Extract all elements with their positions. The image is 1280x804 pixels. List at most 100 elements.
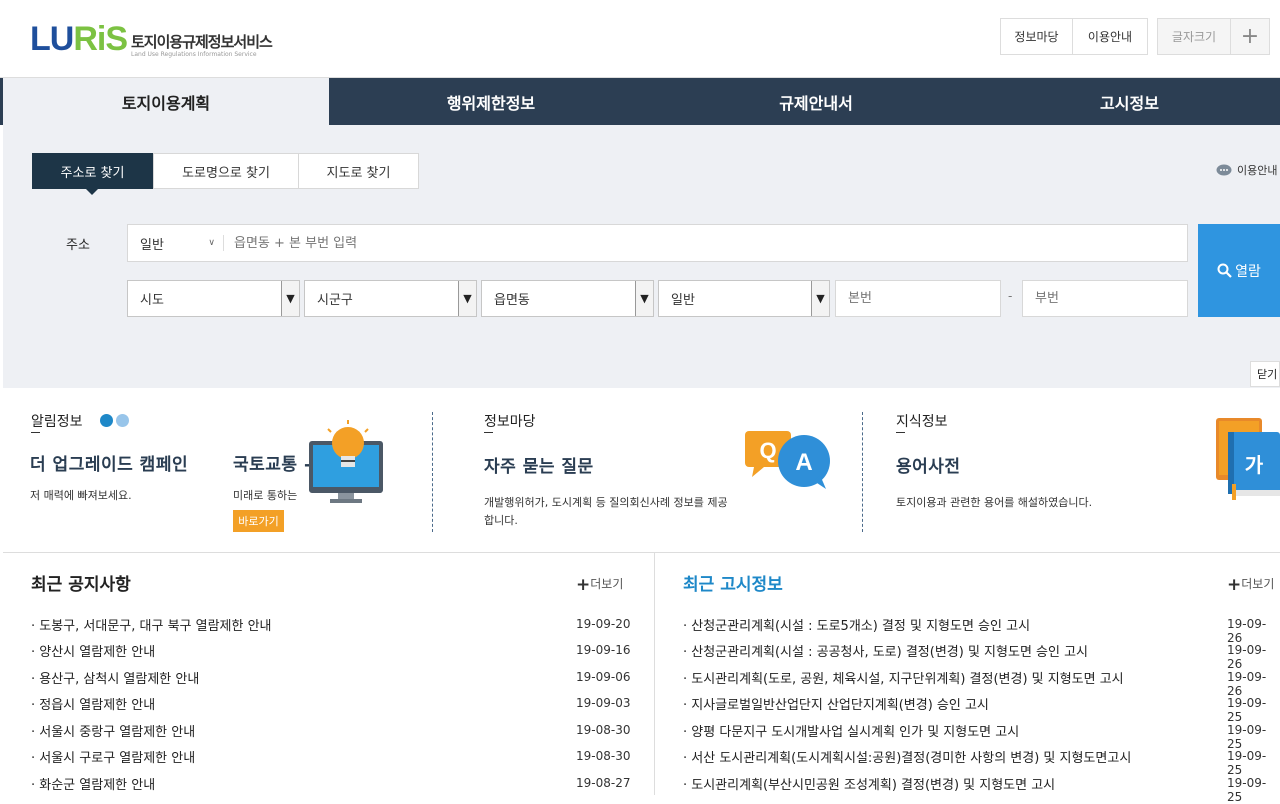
- list-item[interactable]: · 용산구, 삼척시 열람제한 안내: [31, 668, 199, 687]
- list-item[interactable]: · 서울시 중랑구 열람제한 안내: [31, 721, 195, 740]
- guide-button[interactable]: 이용안내: [1072, 18, 1148, 55]
- list-item[interactable]: · 도봉구, 서대문구, 대구 북구 열람제한 안내: [31, 615, 272, 634]
- section-divider: [432, 412, 433, 532]
- list-item-date: 19-09-26: [1227, 617, 1267, 645]
- knowledge-label: 지식정보: [896, 414, 948, 430]
- list-item[interactable]: · 정읍시 열람제한 안내: [31, 694, 155, 713]
- font-size-plus-button[interactable]: +: [1230, 18, 1270, 55]
- eupmyeondong-select-value: 읍면동: [494, 293, 530, 308]
- info-madang-button[interactable]: 정보마당: [1000, 18, 1073, 55]
- search-icon: [1217, 263, 1232, 278]
- speech-bubble-icon: [1216, 164, 1232, 175]
- land-type-select-value: 일반: [671, 293, 695, 308]
- list-item[interactable]: · 산청군관리계획(시설 : 도로5개소) 결정 및 지형도면 승인 고시: [683, 615, 1030, 634]
- qa-icon-a: A: [795, 449, 812, 476]
- subtab-map[interactable]: 지도로 찾기: [298, 153, 419, 189]
- list-item[interactable]: · 서울시 구로구 열람제한 안내: [31, 747, 195, 766]
- subtab-address[interactable]: 주소로 찾기: [32, 153, 153, 195]
- announcements-more-link[interactable]: +더보기: [1227, 575, 1274, 595]
- glossary-desc: 토지이용과 관련한 용어를 해설하였습니다.: [896, 496, 1093, 509]
- bonbun-input[interactable]: [835, 280, 1001, 317]
- notices-more-link[interactable]: +더보기: [576, 575, 623, 595]
- label-underline: [484, 432, 493, 433]
- list-item-text: 서울시 중랑구 열람제한 안내: [39, 725, 196, 740]
- close-button[interactable]: 닫기: [1250, 361, 1280, 387]
- list-item[interactable]: · 도시관리계획(부산시민공원 조성계획) 결정(변경) 및 지형도면 고시: [683, 774, 1055, 793]
- dictionary-icon-char: 가: [1245, 453, 1264, 477]
- header: LURiS 토지이용규제정보서비스 Land Use Regulations I…: [0, 0, 1280, 78]
- logo-main-text: LU: [30, 20, 74, 58]
- go-button[interactable]: 바로가기: [233, 510, 284, 532]
- faq-title[interactable]: 자주 묻는 질문: [484, 452, 594, 477]
- plus-icon: +: [576, 575, 591, 595]
- list-item-date: 19-09-26: [1227, 643, 1267, 671]
- slide-indicator-dot[interactable]: [116, 414, 129, 427]
- notice-banner2-title[interactable]: 국토교통 -: [233, 450, 312, 475]
- list-item[interactable]: · 양평 다문지구 도시개발사업 실시계획 인가 및 지형도면 고시: [683, 721, 1019, 740]
- list-item-date: 19-08-27: [576, 776, 631, 790]
- tab-announcement[interactable]: 고시정보: [979, 78, 1280, 125]
- list-item-text: 산청군관리계획(시설 : 도로5개소) 결정 및 지형도면 승인 고시: [691, 619, 1031, 634]
- notices-title: 최근 공지사항: [31, 575, 131, 595]
- chevron-down-icon: ▼: [635, 281, 653, 316]
- notice-banner-title[interactable]: 더 업그레이드 캠페인: [30, 450, 188, 475]
- list-item-date: 19-09-25: [1227, 696, 1267, 724]
- sigungu-select[interactable]: 시군구 ▼: [304, 280, 477, 317]
- glossary-title[interactable]: 용어사전: [896, 452, 961, 477]
- dictionary-book-icon: 가: [1216, 418, 1280, 500]
- list-item[interactable]: · 화순군 열람제한 안내: [31, 774, 155, 793]
- open-button[interactable]: 열람: [1198, 224, 1280, 317]
- logo[interactable]: LURiS: [30, 20, 128, 59]
- list-item-text: 지사글로벌일반산업단지 산업단지계획(변경) 승인 고시: [691, 698, 989, 713]
- tab-regulation-guide[interactable]: 규제안내서: [653, 78, 979, 125]
- slide-indicator-dot[interactable]: [100, 414, 113, 427]
- list-item-text: 도시관리계획(부산시민공원 조성계획) 결정(변경) 및 지형도면 고시: [691, 778, 1056, 793]
- plus-icon: +: [1227, 575, 1242, 595]
- qa-icon-q: Q: [759, 438, 776, 463]
- list-item-date: 19-09-16: [576, 643, 631, 657]
- list-item[interactable]: · 서산 도시관리계획(도시계획시설:공원)결정(경미한 사항의 변경) 및 지…: [683, 747, 1131, 766]
- chevron-down-icon: ▼: [458, 281, 476, 316]
- list-item-text: 정읍시 열람제한 안내: [39, 698, 156, 713]
- subtab-road-name[interactable]: 도로명으로 찾기: [153, 153, 299, 189]
- list-item-text: 도시관리계획(도로, 공원, 체육시설, 지구단위계획) 결정(변경) 및 지형…: [691, 672, 1124, 687]
- notice-banner-desc: 저 매력에 빠져보세요.: [30, 489, 132, 502]
- sigungu-select-value: 시군구: [317, 293, 353, 308]
- list-item[interactable]: · 지사글로벌일반산업단지 산업단지계획(변경) 승인 고시: [683, 694, 989, 713]
- list-item-text: 서산 도시관리계획(도시계획시설:공원)결정(경미한 사항의 변경) 및 지형도…: [691, 751, 1132, 766]
- list-item-date: 19-09-03: [576, 696, 631, 710]
- list-item-date: 19-09-20: [576, 617, 631, 631]
- font-size-label: 글자크기: [1157, 18, 1231, 55]
- bubun-input[interactable]: [1022, 280, 1188, 317]
- lightbulb-monitor-icon: [309, 420, 383, 503]
- list-item-text: 양평 다문지구 도시개발사업 실시계획 인가 및 지형도면 고시: [691, 725, 1020, 740]
- list-item-text: 서울시 구로구 열람제한 안내: [39, 751, 196, 766]
- list-item-text: 도봉구, 서대문구, 대구 북구 열람제한 안내: [39, 619, 272, 634]
- address-search-bar: 일반 ∨: [127, 224, 1188, 262]
- help-link[interactable]: 이용안내: [1216, 162, 1277, 178]
- tab-act-restriction[interactable]: 행위제한정보: [329, 78, 653, 125]
- notice-label: 알림정보: [31, 414, 83, 430]
- logo-accent-text: RiS: [73, 20, 128, 58]
- info-madang-label: 정보마당: [484, 414, 536, 430]
- land-type-select[interactable]: 일반 ▼: [658, 280, 830, 317]
- qa-bubbles-icon: Q A: [745, 431, 830, 489]
- sido-select-value: 시도: [140, 293, 164, 308]
- list-item[interactable]: · 양산시 열람제한 안내: [31, 641, 155, 660]
- chevron-down-icon: ▼: [281, 281, 299, 316]
- type-select[interactable]: 일반 ∨: [128, 235, 224, 253]
- list-item-date: 19-09-25: [1227, 723, 1267, 751]
- sido-select[interactable]: 시도 ▼: [127, 280, 300, 317]
- label-underline: [896, 432, 905, 433]
- tab-land-use-plan[interactable]: 토지이용계획: [3, 78, 329, 125]
- list-item[interactable]: · 산청군관리계획(시설 : 공공청사, 도로) 결정(변경) 및 지형도면 승…: [683, 641, 1088, 660]
- open-button-label: 열람: [1235, 263, 1261, 280]
- address-input[interactable]: [234, 235, 1134, 251]
- faq-desc: 개발행위허가, 도시계획 등 질의회신사례 정보를 제공합니다.: [484, 496, 728, 527]
- list-item-date: 19-08-30: [576, 749, 631, 763]
- type-select-value: 일반: [140, 237, 164, 253]
- list-item-date: 19-09-06: [576, 670, 631, 684]
- list-item[interactable]: · 도시관리계획(도로, 공원, 체육시설, 지구단위계획) 결정(변경) 및 …: [683, 668, 1124, 687]
- number-dash: -: [1008, 289, 1013, 303]
- eupmyeondong-select[interactable]: 읍면동 ▼: [481, 280, 654, 317]
